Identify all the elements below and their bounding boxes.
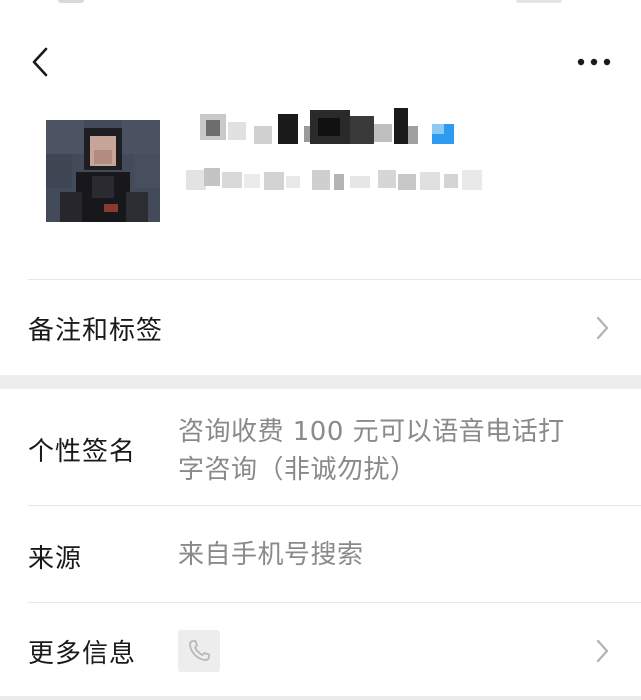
signature-value-line-1: 咨询收费 100 元可以语音电话打 bbox=[178, 417, 565, 447]
more-info-label: 更多信息 bbox=[28, 639, 137, 669]
profile-header bbox=[0, 100, 641, 280]
avatar-image bbox=[46, 120, 160, 222]
navigation-bar bbox=[0, 30, 641, 94]
chevron-left-icon bbox=[32, 47, 48, 77]
signature-label: 个性签名 bbox=[28, 437, 137, 467]
contact-profile-screen: 备注和标签 个性签名 咨询收费 100 元可以语音电话打 字咨询（非诚勿扰） 来… bbox=[0, 0, 641, 700]
phone-badge bbox=[178, 630, 220, 672]
more-info-row[interactable]: 更多信息 bbox=[0, 603, 641, 696]
source-value: 来自手机号搜索 bbox=[178, 540, 364, 570]
remark-and-tags-row[interactable]: 备注和标签 bbox=[0, 280, 641, 375]
bottom-section-gap bbox=[0, 696, 641, 700]
source-label: 来源 bbox=[28, 544, 83, 574]
more-dots-icon bbox=[577, 58, 611, 66]
avatar[interactable] bbox=[46, 120, 160, 222]
contact-name-blurred bbox=[194, 100, 484, 152]
blurred-wechat-id bbox=[186, 168, 482, 190]
more-options-button[interactable] bbox=[572, 42, 616, 82]
status-bar bbox=[0, 0, 641, 4]
remark-and-tags-label: 备注和标签 bbox=[28, 316, 164, 346]
back-button[interactable] bbox=[20, 42, 60, 82]
contact-id-blurred bbox=[186, 164, 486, 194]
chevron-right-icon bbox=[596, 316, 609, 340]
blurred-name bbox=[200, 108, 454, 144]
phone-icon bbox=[189, 640, 210, 661]
chevron-right-icon bbox=[596, 639, 609, 663]
signature-row: 个性签名 咨询收费 100 元可以语音电话打 字咨询（非诚勿扰） bbox=[0, 389, 641, 505]
source-row: 来源 来自手机号搜索 bbox=[0, 506, 641, 602]
status-bar-indicators bbox=[516, 0, 562, 3]
section-gap bbox=[0, 375, 641, 389]
signature-value-line-2: 字咨询（非诚勿扰） bbox=[178, 455, 417, 485]
status-bar-time bbox=[58, 0, 84, 3]
